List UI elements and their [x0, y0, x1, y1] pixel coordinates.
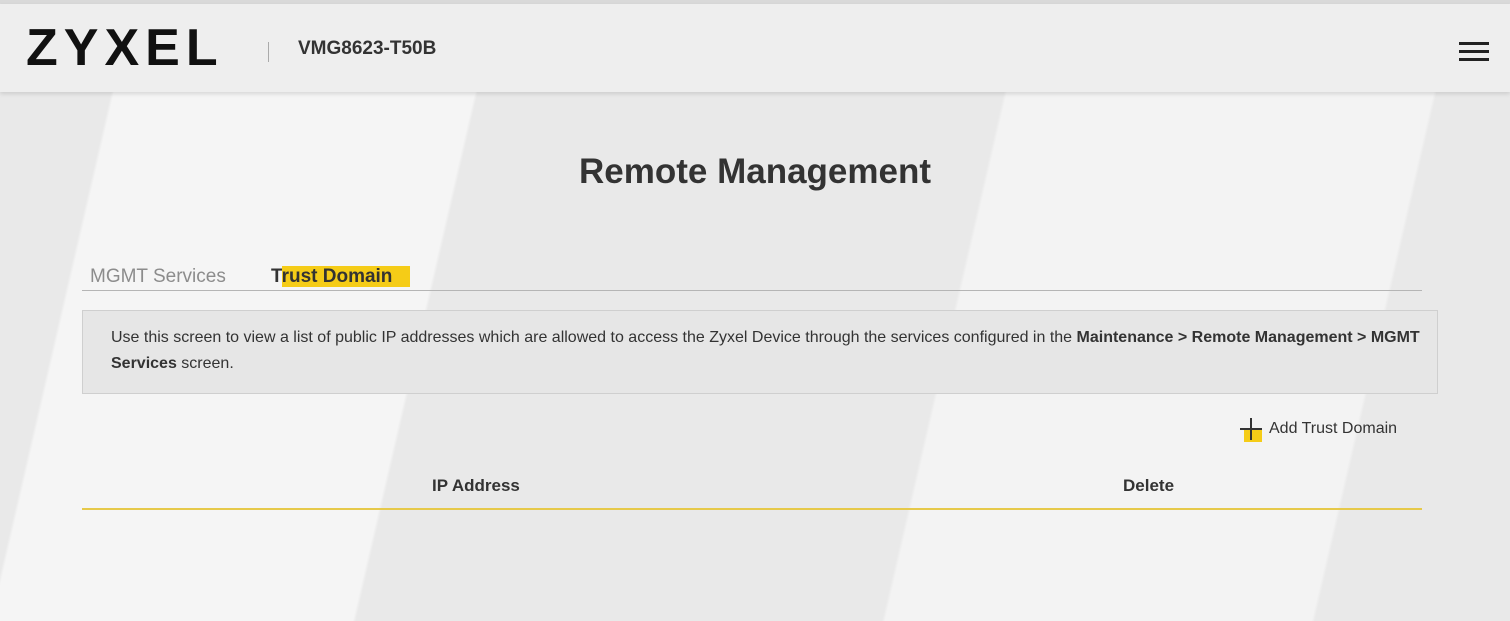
top-header: ZYXEL VMG8623-T50B — [0, 4, 1510, 92]
header-divider — [268, 42, 269, 62]
tab-trust-domain-label-head: T — [271, 266, 282, 287]
menu-bar — [1459, 50, 1489, 53]
info-description: Use this screen to view a list of public… — [82, 310, 1438, 394]
tab-bar: MGMT Services Trust Domain — [82, 262, 1422, 291]
device-model: VMG8623-T50B — [298, 38, 437, 59]
page-title: Remote Management — [578, 152, 932, 191]
zyxel-logo: ZYXEL — [26, 19, 224, 77]
info-text-before: Use this screen to view a list of public… — [111, 329, 1077, 346]
plus-icon — [1240, 418, 1262, 442]
tab-mgmt-services[interactable]: MGMT Services — [90, 266, 226, 288]
menu-bar — [1459, 58, 1489, 61]
info-text-after: screen. — [176, 355, 234, 372]
tab-trust-domain-label-rest: rust Domain — [281, 266, 411, 287]
hamburger-menu-icon[interactable] — [1459, 42, 1489, 64]
tab-trust-domain[interactable]: Trust Domain — [271, 266, 411, 288]
trust-domain-table-header: IP Address Delete — [82, 472, 1422, 510]
add-trust-domain-label: Add Trust Domain — [1269, 420, 1398, 438]
column-header-ip-address: IP Address — [432, 476, 520, 495]
column-header-delete: Delete — [1123, 476, 1175, 495]
add-trust-domain-button[interactable]: Add Trust Domain — [1240, 418, 1398, 442]
plus-vertical — [1250, 418, 1252, 440]
plus-highlight — [1244, 430, 1262, 442]
menu-bar — [1459, 42, 1489, 45]
